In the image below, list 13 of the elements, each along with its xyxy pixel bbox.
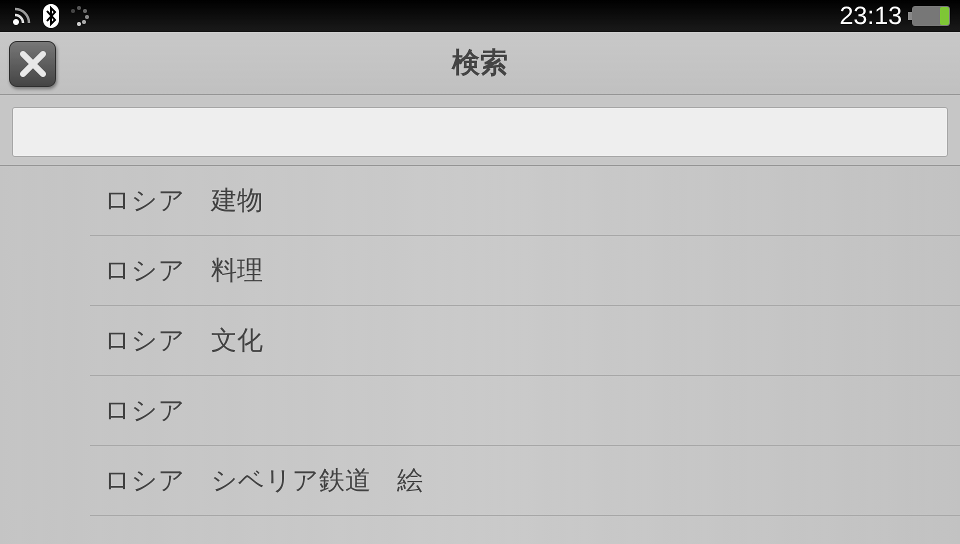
search-field[interactable]	[12, 107, 948, 157]
battery-icon	[908, 5, 950, 27]
search-suggestion[interactable]: ロシア 料理	[104, 253, 263, 288]
search-suggestion[interactable]: ロシア シベリア鉄道 絵	[104, 463, 423, 498]
search-suggestion[interactable]: ロシア 文化	[104, 323, 263, 358]
close-icon	[18, 49, 48, 79]
loading-icon	[68, 5, 90, 27]
search-suggestion[interactable]: ロシア 建物	[104, 183, 263, 218]
screen-title: 検索	[452, 45, 508, 81]
close-button[interactable]	[9, 41, 56, 87]
search-suggestion[interactable]: ロシア	[104, 393, 185, 428]
bluetooth-icon	[42, 4, 60, 28]
clock-time: 23:13	[839, 2, 902, 30]
